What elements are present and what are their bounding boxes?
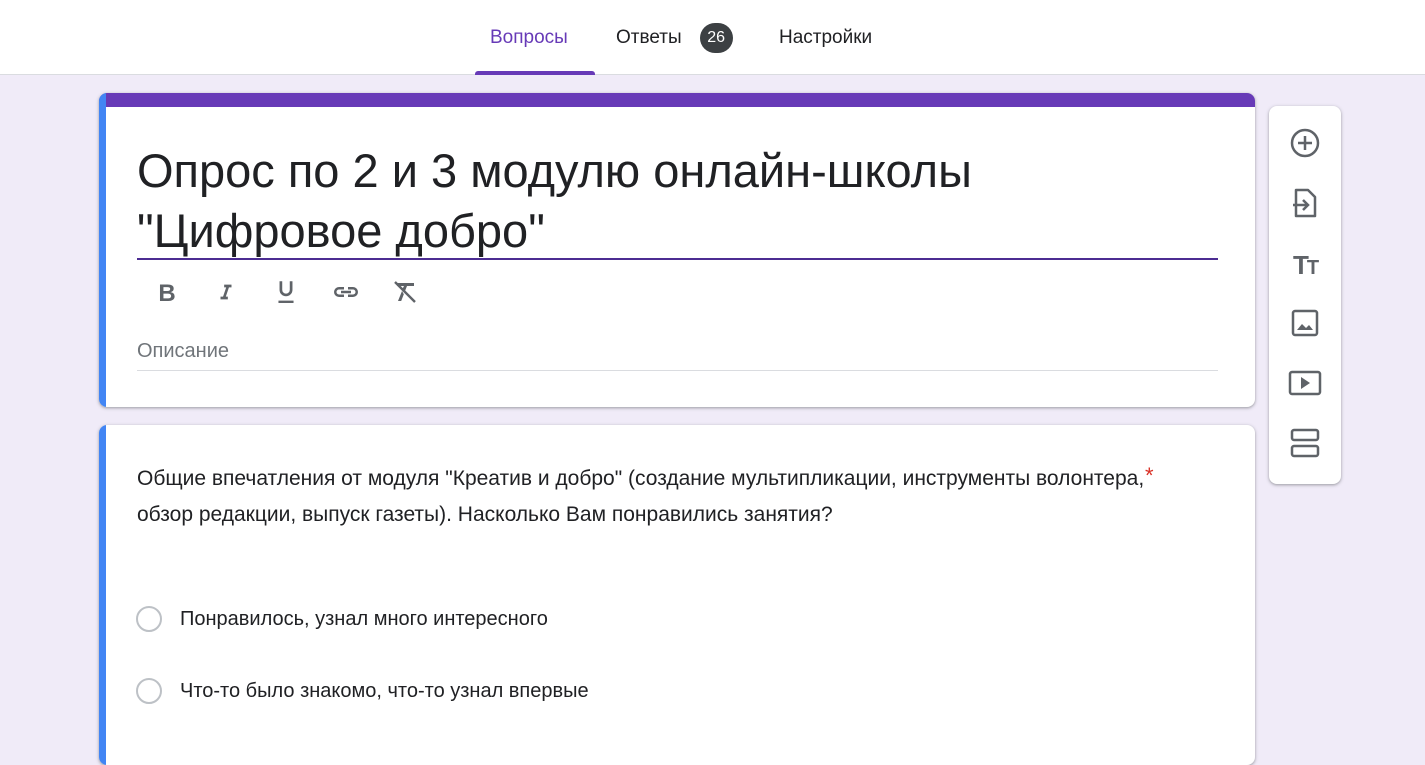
link-icon	[331, 282, 361, 307]
add-video-button[interactable]	[1281, 361, 1329, 409]
add-video-icon	[1288, 369, 1322, 402]
tab-questions[interactable]: Вопросы	[490, 0, 568, 75]
form-title-input[interactable]: Опрос по 2 и 3 модулю онлайн-школы "Цифр…	[137, 141, 1217, 261]
add-image-button[interactable]	[1281, 301, 1329, 349]
focus-indicator-bar	[99, 93, 106, 407]
title-card-accent-strip	[99, 93, 1255, 107]
top-tab-bar: Вопросы Ответы 26 Настройки	[0, 0, 1425, 75]
italic-icon	[215, 281, 237, 308]
tab-answers-label: Ответы	[616, 26, 682, 48]
required-asterisk: *	[1145, 463, 1154, 488]
import-questions-icon	[1291, 187, 1319, 224]
title-underline	[137, 258, 1218, 260]
radio-button[interactable]	[136, 678, 162, 704]
active-tab-indicator	[475, 71, 595, 75]
add-title-icon: TT	[1292, 249, 1319, 280]
add-section-icon	[1289, 427, 1321, 464]
tab-settings[interactable]: Настройки	[779, 0, 872, 75]
question-card[interactable]: Общие впечатления от модуля "Креатив и д…	[99, 425, 1255, 765]
underline-button[interactable]	[268, 276, 304, 312]
option-label: Понравилось, узнал много интересного	[180, 607, 548, 630]
form-description-input[interactable]: Описание	[137, 340, 229, 363]
import-questions-button[interactable]	[1281, 181, 1329, 229]
question-text[interactable]: Общие впечатления от модуля "Креатив и д…	[137, 461, 1147, 533]
tab-settings-label: Настройки	[779, 26, 873, 48]
add-image-icon	[1290, 308, 1320, 343]
question-focus-bar	[99, 425, 106, 765]
radio-button[interactable]	[136, 606, 162, 632]
answers-count-badge: 26	[699, 22, 733, 53]
add-question-icon	[1289, 127, 1321, 164]
add-title-button[interactable]: TT	[1281, 241, 1329, 289]
tab-questions-label: Вопросы	[490, 26, 568, 48]
form-title-card: Опрос по 2 и 3 модулю онлайн-школы "Цифр…	[99, 93, 1255, 407]
side-toolbar: TT	[1269, 106, 1341, 484]
option-label: Что-то было знакомо, что-то узнал впервы…	[180, 679, 589, 702]
bold-button[interactable]: B	[149, 276, 185, 312]
add-question-button[interactable]	[1281, 121, 1329, 169]
option-item[interactable]: Понравилось, узнал много интересного	[136, 603, 548, 635]
italic-button[interactable]	[208, 276, 244, 312]
clear-format-icon	[391, 278, 419, 311]
link-button[interactable]	[328, 276, 364, 312]
tab-answers[interactable]: Ответы 26	[616, 0, 733, 75]
add-section-button[interactable]	[1281, 421, 1329, 469]
option-item[interactable]: Что-то было знакомо, что-то узнал впервы…	[136, 675, 589, 707]
bold-icon: B	[158, 280, 176, 307]
underline-icon	[273, 278, 299, 311]
clear-format-button[interactable]	[387, 276, 423, 312]
description-underline	[137, 370, 1218, 371]
